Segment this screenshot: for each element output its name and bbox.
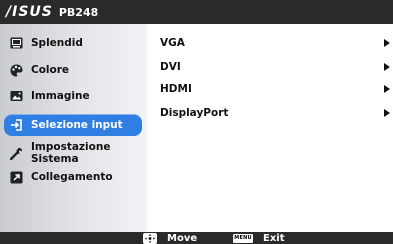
image-icon (10, 90, 23, 103)
splendid-icon (10, 37, 23, 50)
sidebar-item-label: Collegamento (31, 171, 113, 183)
option-label: DVI (160, 61, 181, 73)
option-label: HDMI (160, 83, 192, 95)
joystick-icon (143, 232, 157, 244)
sidebar: Splendid Colore Immagine Selezione input (0, 24, 147, 232)
arrow-right-icon (384, 109, 390, 117)
arrow-right-icon (384, 85, 390, 93)
model-name: PB248 (58, 5, 99, 19)
sidebar-item-collegamento[interactable]: Collegamento (6, 166, 146, 188)
option-label: DisplayPort (160, 107, 229, 119)
input-option-hdmi[interactable]: HDMI (160, 79, 390, 99)
exit-label: Exit (263, 232, 285, 244)
arrow-right-icon (384, 39, 390, 47)
input-source-list: VGA DVI HDMI DisplayPort (147, 24, 393, 232)
input-select-icon (10, 119, 23, 132)
sidebar-item-label: Impostazione Sistema (31, 141, 111, 165)
palette-icon (10, 64, 23, 77)
footer-move: Move (143, 232, 197, 244)
footer-bar: Move MENU Exit (0, 232, 393, 244)
sidebar-item-label: Selezione input (31, 119, 123, 131)
input-option-dvi[interactable]: DVI (160, 57, 390, 77)
sidebar-item-impostazione-sistema[interactable]: Impostazione Sistema (6, 141, 146, 165)
option-label: VGA (160, 37, 185, 49)
sidebar-item-selezione-input[interactable]: Selezione input (4, 114, 142, 136)
input-option-displayport[interactable]: DisplayPort (160, 103, 390, 123)
footer-exit: MENU Exit (233, 232, 285, 244)
shortcut-icon (10, 171, 23, 184)
brand-logo: /ISUS (6, 4, 53, 20)
arrow-right-icon (384, 63, 390, 71)
sidebar-item-immagine[interactable]: Immagine (6, 85, 146, 107)
osd-menu: /ISUS PB248 Splendid Colore Immagine Sel… (0, 0, 393, 244)
input-option-vga[interactable]: VGA (160, 33, 390, 53)
wrench-icon (10, 147, 23, 160)
menu-key-icon: MENU (233, 233, 253, 243)
move-label: Move (167, 232, 198, 244)
sidebar-item-colore[interactable]: Colore (6, 59, 146, 81)
sidebar-item-label: Splendid (31, 37, 83, 49)
title-bar: /ISUS PB248 (0, 0, 393, 24)
sidebar-item-label: Colore (31, 64, 70, 76)
sidebar-item-label: Immagine (31, 90, 90, 102)
sidebar-item-splendid[interactable]: Splendid (6, 32, 146, 54)
